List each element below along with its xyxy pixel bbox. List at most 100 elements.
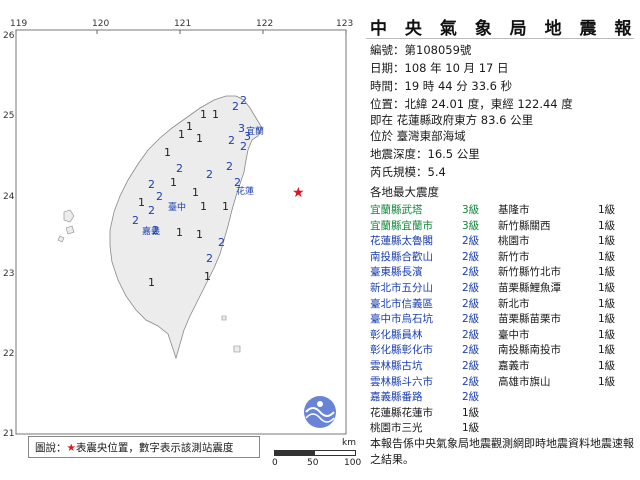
- time-value: 19 時 44 分 33.6 秒: [404, 79, 513, 93]
- scale-bar-graphic: [274, 450, 356, 456]
- magnitude-label: 芮氏規模：: [370, 165, 428, 179]
- location-region: 位於 臺灣東部海域: [370, 129, 466, 143]
- intensity-site: 臺北市信義區: [370, 297, 433, 310]
- intensity-row: 彰化縣彰化市 2級: [370, 342, 479, 358]
- intensity-header: 各地最大震度: [370, 185, 439, 199]
- station-intensity: 1: [138, 196, 145, 209]
- lat-label: 21: [3, 429, 14, 439]
- intensity-row: 南投縣南投市 1級: [498, 342, 615, 358]
- intensity-row: 南投縣合歡山 2級: [370, 249, 479, 265]
- intensity-site: 苗栗縣鯉魚潭: [498, 282, 561, 294]
- report-title: 中 央 氣 象 局 地 震 報 告: [370, 19, 640, 39]
- intensity-level: 2級: [462, 250, 480, 263]
- intensity-site: 花蓮縣花蓮市: [370, 406, 433, 419]
- depth-value: 16.5 公里: [427, 147, 480, 161]
- report-date: 日期：108 年 10 月 17 日: [370, 60, 509, 76]
- intensity-site: 南投縣南投市: [498, 344, 561, 357]
- intensity-row: 新北市 1級: [498, 296, 615, 312]
- intensity-level: 2級: [462, 375, 480, 388]
- station-intensity: 2: [218, 236, 225, 249]
- report-panel: 中 央 氣 象 局 地 震 報 告 編號：第108059號 日期：108 年 1…: [362, 0, 640, 480]
- intensity-level: 1級: [598, 266, 616, 279]
- date-value: 108 年 10 月 17 日: [404, 61, 509, 75]
- intensity-level: 3級: [462, 204, 480, 216]
- intensity-site: 宜蘭縣武塔: [370, 204, 423, 216]
- intensity-row: 臺北市信義區 2級: [370, 296, 479, 312]
- number-label: 編號：: [370, 43, 405, 57]
- intensity-level: 1級: [598, 344, 616, 357]
- footer-note: 本報告係中央氣象局地震觀測網即時地震資料地震速報之結果。: [370, 437, 634, 466]
- lat-label: 24: [3, 192, 15, 202]
- intensity-site: 基隆市: [498, 204, 530, 216]
- scale-bar: km 0 50 100: [272, 438, 362, 470]
- station-intensity: 2: [176, 162, 183, 175]
- intensity-row: 宜蘭縣宜蘭市 3級: [370, 218, 479, 234]
- intensity-row: 新竹縣關西 1級: [498, 218, 615, 234]
- lat-label: 25: [3, 111, 14, 121]
- station-intensity: 1: [164, 146, 171, 159]
- scale-tick: 100: [344, 458, 362, 468]
- intensity-row: 花蓮縣花蓮市 1級: [370, 405, 479, 421]
- intensity-level: 2級: [462, 391, 480, 404]
- lat-label: 23: [3, 269, 14, 279]
- station-intensity: 2: [206, 168, 213, 181]
- report-magnitude: 芮氏規模：5.4: [370, 164, 446, 180]
- map-panel: 119 120 121 122 123 26 25 24 23 22 21 2 …: [0, 0, 360, 480]
- station-intensity: 2: [156, 190, 163, 203]
- intensity-site: 嘉義縣番路: [370, 391, 423, 404]
- time-label: 時間：: [370, 79, 405, 93]
- intensity-row: 新北市五分山 2級: [370, 280, 479, 296]
- intensity-row: 苗栗縣苗栗市 1級: [498, 311, 615, 327]
- intensity-row: 雲林縣斗六市 2級: [370, 374, 479, 390]
- intensity-site: 桃園市三光: [370, 422, 423, 435]
- intensity-level: 2級: [462, 266, 480, 279]
- station-intensity: 1: [222, 200, 229, 213]
- station-intensity: 1: [204, 270, 211, 283]
- epicenter-star-icon: ★: [66, 442, 76, 454]
- intensity-site: 臺中市烏石坑: [370, 313, 433, 326]
- lon-label: 119: [10, 19, 27, 29]
- scale-tick: 50: [307, 458, 319, 468]
- intensity-site: 苗栗縣苗栗市: [498, 313, 561, 326]
- city-label: 臺中: [168, 201, 186, 213]
- station-intensity: 1: [200, 200, 207, 213]
- epicenter-star-icon: ★: [292, 185, 305, 201]
- intensity-level: 1級: [598, 282, 616, 294]
- number-value: 第108059號: [404, 43, 472, 57]
- intensity-row: 嘉義市 1級: [498, 358, 615, 374]
- intensity-level: 1級: [598, 235, 616, 248]
- lon-label: 123: [336, 19, 353, 29]
- intensity-site: 花蓮縣太魯閣: [370, 235, 433, 248]
- intensity-level: 2級: [462, 235, 480, 248]
- station-intensity: 1: [200, 108, 207, 121]
- intensity-site: 新北市五分山: [370, 282, 433, 294]
- intensity-row: 雲林縣古坑 2級: [370, 358, 479, 374]
- intensity-row: 臺東縣長濱 2級: [370, 264, 479, 280]
- intensity-site: 新竹縣關西: [498, 219, 551, 232]
- location-value: 北緯 24.01 度，東經 122.44 度: [404, 97, 573, 111]
- intensity-row: 基隆市 1級: [498, 202, 615, 218]
- intensity-level: 1級: [598, 360, 616, 372]
- intensity-level: 1級: [598, 297, 616, 310]
- intensity-row: 彰化縣員林 2級: [370, 327, 479, 343]
- intensity-level: 2級: [462, 297, 480, 310]
- city-label: 花蓮: [236, 185, 254, 197]
- lon-label: 121: [174, 19, 191, 29]
- depth-label: 地震深度：: [370, 147, 428, 161]
- legend-text: 表震央位置，數字表示該測站震度: [75, 442, 234, 454]
- station-intensity: 2: [232, 100, 239, 113]
- intensity-level: 2級: [462, 328, 480, 341]
- cwb-emblem-icon: [304, 396, 336, 428]
- intensity-row: 苗栗縣鯉魚潭 1級: [498, 280, 615, 296]
- report-location: 位置：北緯 24.01 度，東經 122.44 度: [370, 96, 573, 112]
- intensity-site: 新北市: [498, 297, 530, 310]
- intensity-level: 2級: [462, 344, 480, 357]
- intensity-level: 2級: [462, 360, 480, 372]
- lat-label: 22: [3, 349, 14, 359]
- station-intensity: 2: [132, 214, 139, 227]
- intensity-level: 1級: [462, 422, 480, 435]
- orchid-island: [233, 345, 241, 353]
- intensity-site: 新竹市: [498, 250, 530, 263]
- lat-label: 26: [3, 31, 15, 41]
- intensity-site: 南投縣合歡山: [370, 250, 433, 263]
